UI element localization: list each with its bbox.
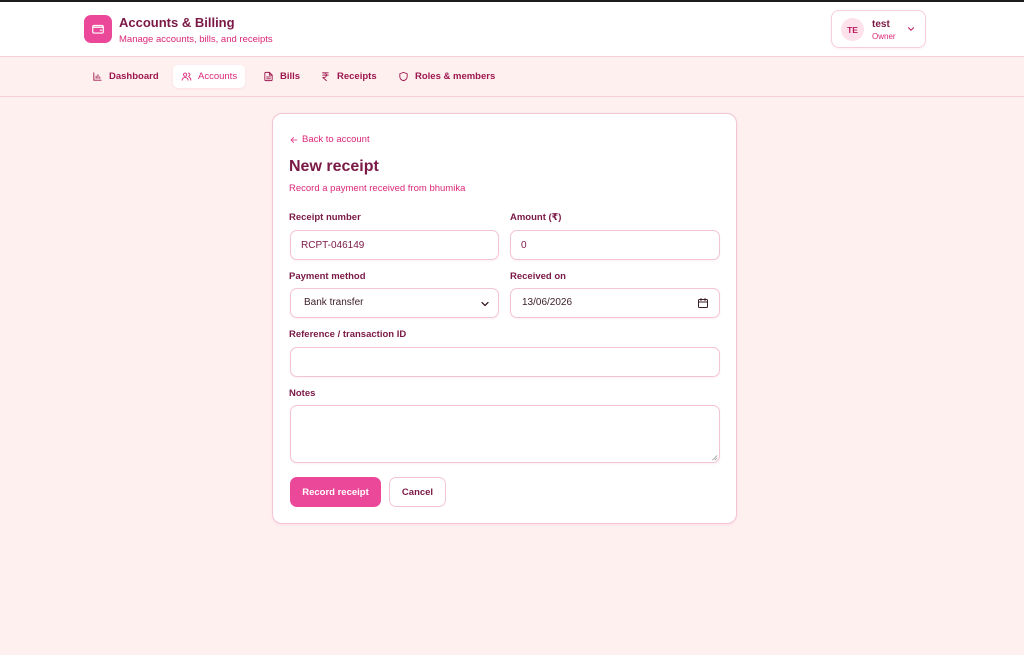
receipt-number-input[interactable]: [290, 230, 499, 260]
chevron-down-icon: [481, 301, 489, 307]
amount-label: Amount (₹): [510, 212, 562, 223]
app-title: Accounts & Billing: [119, 15, 235, 30]
record-receipt-button[interactable]: Record receipt: [290, 477, 381, 507]
tab-receipts[interactable]: Receipts: [312, 65, 385, 88]
calendar-icon[interactable]: [697, 297, 709, 309]
reference-label: Reference / transaction ID: [289, 329, 407, 340]
tab-label: Accounts: [198, 71, 238, 82]
bar-chart-icon: [93, 72, 102, 81]
user-role: Owner: [872, 32, 896, 41]
received-on-label: Received on: [510, 271, 566, 282]
tab-label: Dashboard: [109, 71, 159, 82]
app-subtitle: Manage accounts, bills, and receipts: [119, 34, 273, 45]
payment-method-value: Bank transfer: [304, 297, 364, 308]
page-title: New receipt: [289, 158, 379, 175]
user-menu-button[interactable]: TE test Owner: [831, 10, 926, 48]
arrow-left-icon: [290, 136, 298, 143]
document-icon: [264, 71, 273, 82]
amount-input[interactable]: [510, 230, 720, 260]
notes-wrapper: [290, 405, 720, 463]
payment-method-select[interactable]: Bank transfer: [290, 288, 499, 318]
payment-method-label: Payment method: [289, 271, 366, 282]
tab-accounts[interactable]: Accounts: [173, 65, 246, 88]
rupee-icon: [322, 72, 329, 82]
notes-label: Notes: [289, 388, 316, 399]
cancel-button[interactable]: Cancel: [389, 477, 446, 507]
notes-textarea[interactable]: [290, 405, 720, 463]
back-to-account-link[interactable]: Back to account: [289, 134, 370, 145]
tab-label: Bills: [280, 71, 301, 82]
reference-input[interactable]: [290, 347, 720, 377]
tab-roles-members[interactable]: Roles & members: [390, 65, 503, 88]
received-on-date-input[interactable]: 13/06/2026: [510, 288, 720, 318]
receipt-number-label: Receipt number: [289, 212, 361, 223]
shield-icon: [399, 71, 408, 82]
app-header: Accounts & Billing Manage accounts, bill…: [0, 2, 1024, 57]
tab-bills[interactable]: Bills: [255, 65, 308, 88]
users-icon: [181, 72, 192, 81]
user-name: test: [872, 19, 890, 30]
page-subtitle: Record a payment received from bhumika: [289, 183, 466, 194]
chevron-down-icon: [907, 27, 915, 31]
tab-dashboard[interactable]: Dashboard: [84, 65, 167, 88]
resize-grip-icon[interactable]: [710, 453, 718, 461]
tab-label: Roles & members: [415, 71, 496, 82]
main-nav: Dashboard Accounts Bills Receipts Roles …: [0, 57, 1024, 97]
app-logo: [84, 15, 112, 43]
received-on-value: 13/06/2026: [522, 297, 573, 308]
avatar: TE: [841, 18, 864, 41]
wallet-icon: [92, 24, 104, 34]
back-link-label: Back to account: [302, 134, 370, 145]
tab-label: Receipts: [337, 71, 377, 82]
new-receipt-card: Back to account New receipt Record a pay…: [272, 113, 737, 524]
